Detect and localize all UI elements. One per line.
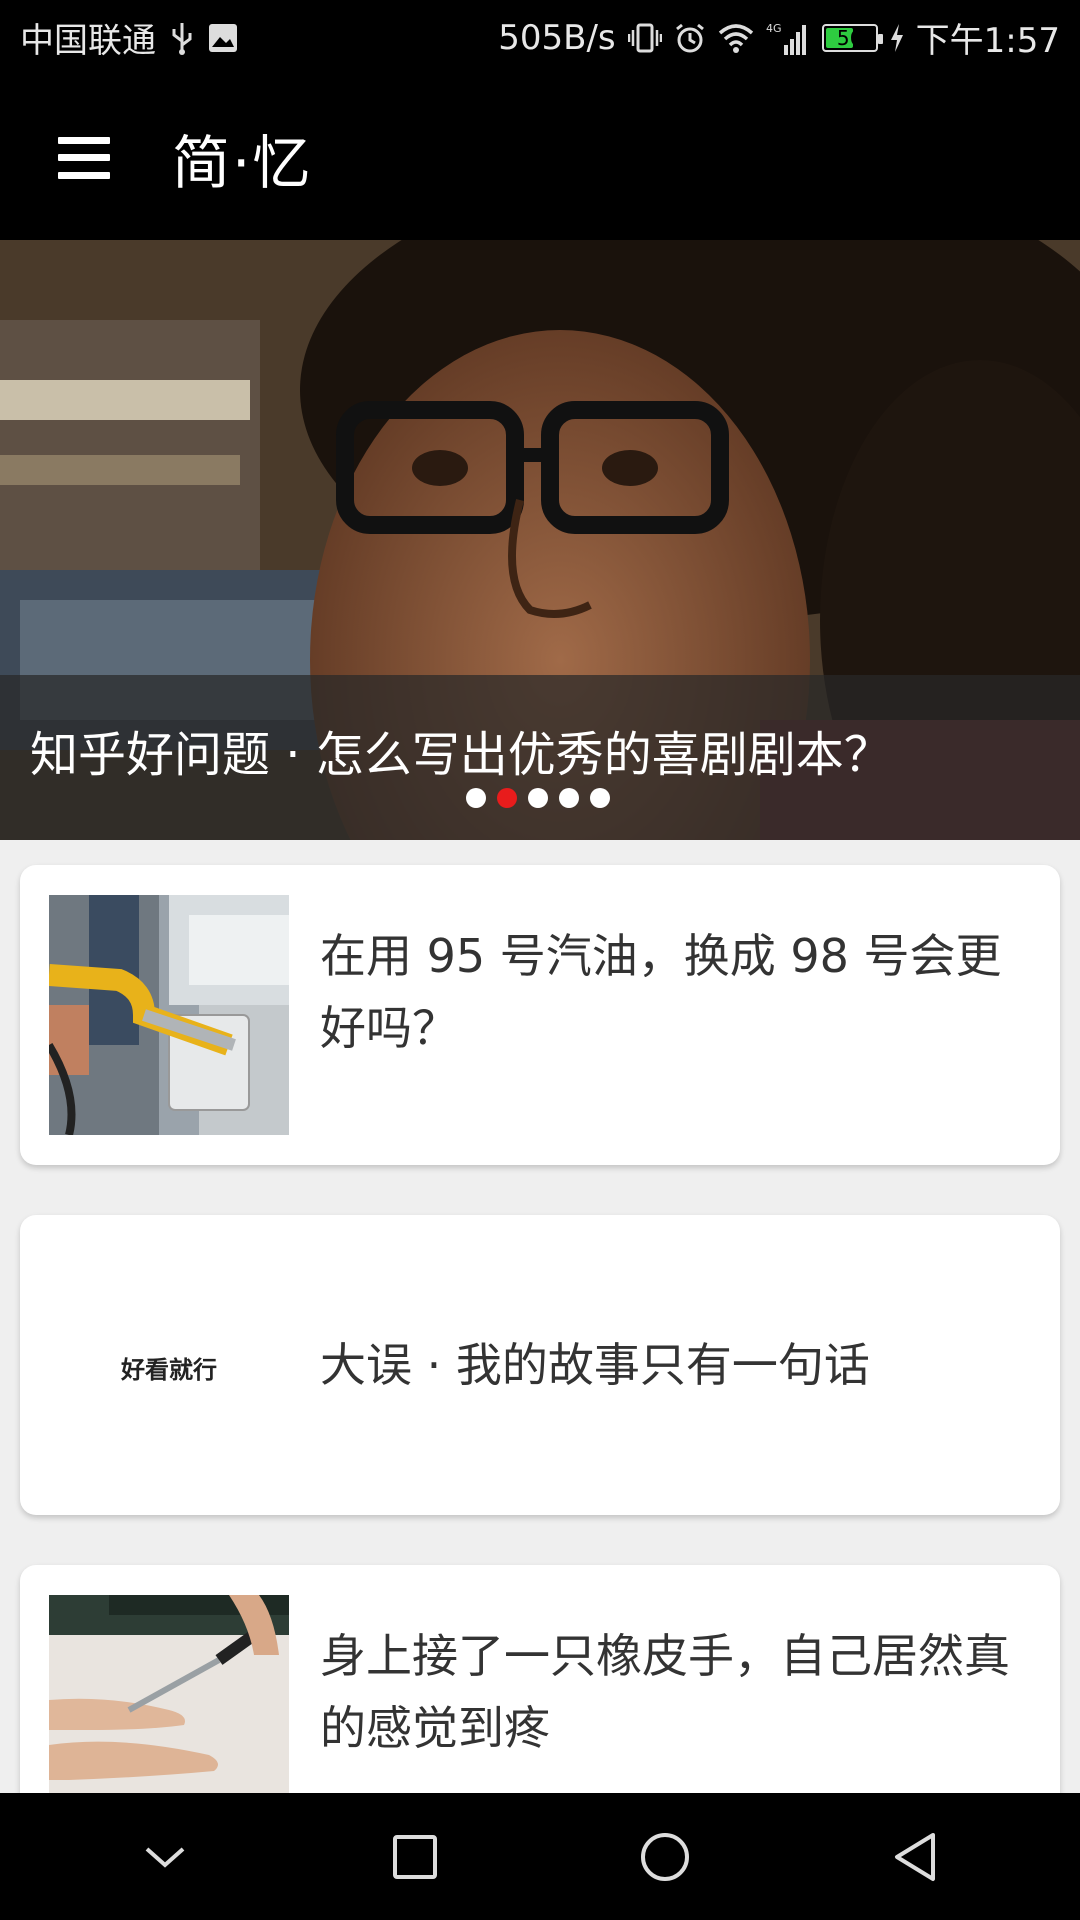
cellular-signal-icon: 4G (766, 21, 810, 55)
carousel-dot[interactable] (528, 788, 548, 808)
battery-level: 56 (836, 25, 863, 50)
recent-apps-button[interactable] (370, 1812, 460, 1902)
article-card[interactable]: 好看就行 大误 · 我的故事只有一句话 (20, 1215, 1060, 1515)
carousel-dot[interactable] (559, 788, 579, 808)
image-notification-icon (208, 23, 238, 53)
article-thumbnail (49, 895, 289, 1135)
battery-icon: 56 (821, 23, 883, 52)
carousel-dot[interactable] (466, 788, 486, 808)
wifi-icon (718, 23, 754, 53)
status-bar: 中国联通 505B/s 4G 56 下午1:57 (0, 0, 1080, 75)
article-title: 大误 · 我的故事只有一句话 (320, 1338, 870, 1392)
back-button[interactable] (870, 1812, 960, 1902)
carousel-dot[interactable] (590, 788, 610, 808)
alarm-icon (674, 22, 706, 54)
column-logo-text: 好看就行 (121, 1356, 217, 1384)
svg-text:4G: 4G (766, 22, 782, 35)
banner-carousel[interactable]: 知乎好问题 · 怎么写出优秀的喜剧剧本？ (0, 240, 1080, 840)
article-title: 身上接了一只橡皮手，自己居然真的感觉到疼 (320, 1629, 1010, 1755)
usb-icon (170, 21, 194, 55)
article-thumbnail: 好看就行 (49, 1245, 289, 1485)
vibrate-icon (627, 22, 662, 54)
carrier-label: 中国联通 (20, 21, 156, 61)
system-nav-bar (0, 1793, 1080, 1920)
collapse-chevron-icon[interactable] (120, 1812, 210, 1902)
article-title: 在用 95 号汽油，换成 98 号会更好吗？ (320, 929, 1002, 1055)
home-button[interactable] (620, 1812, 710, 1902)
carousel-dot[interactable] (497, 788, 517, 808)
charging-icon (890, 23, 904, 53)
net-speed-label: 505B/s (498, 17, 616, 58)
clock-label: 下午1:57 (915, 21, 1060, 61)
app-title: 简·忆 (172, 128, 313, 197)
carousel-dots (466, 788, 610, 808)
banner-title[interactable]: 知乎好问题 · 怎么写出优秀的喜剧剧本？ (30, 715, 892, 785)
article-card[interactable]: 在用 95 号汽油，换成 98 号会更好吗？ (20, 865, 1060, 1165)
app-bar: 简·忆 (0, 75, 1080, 240)
fuel-nozzle-photo (49, 895, 289, 1135)
menu-icon[interactable] (58, 136, 110, 179)
